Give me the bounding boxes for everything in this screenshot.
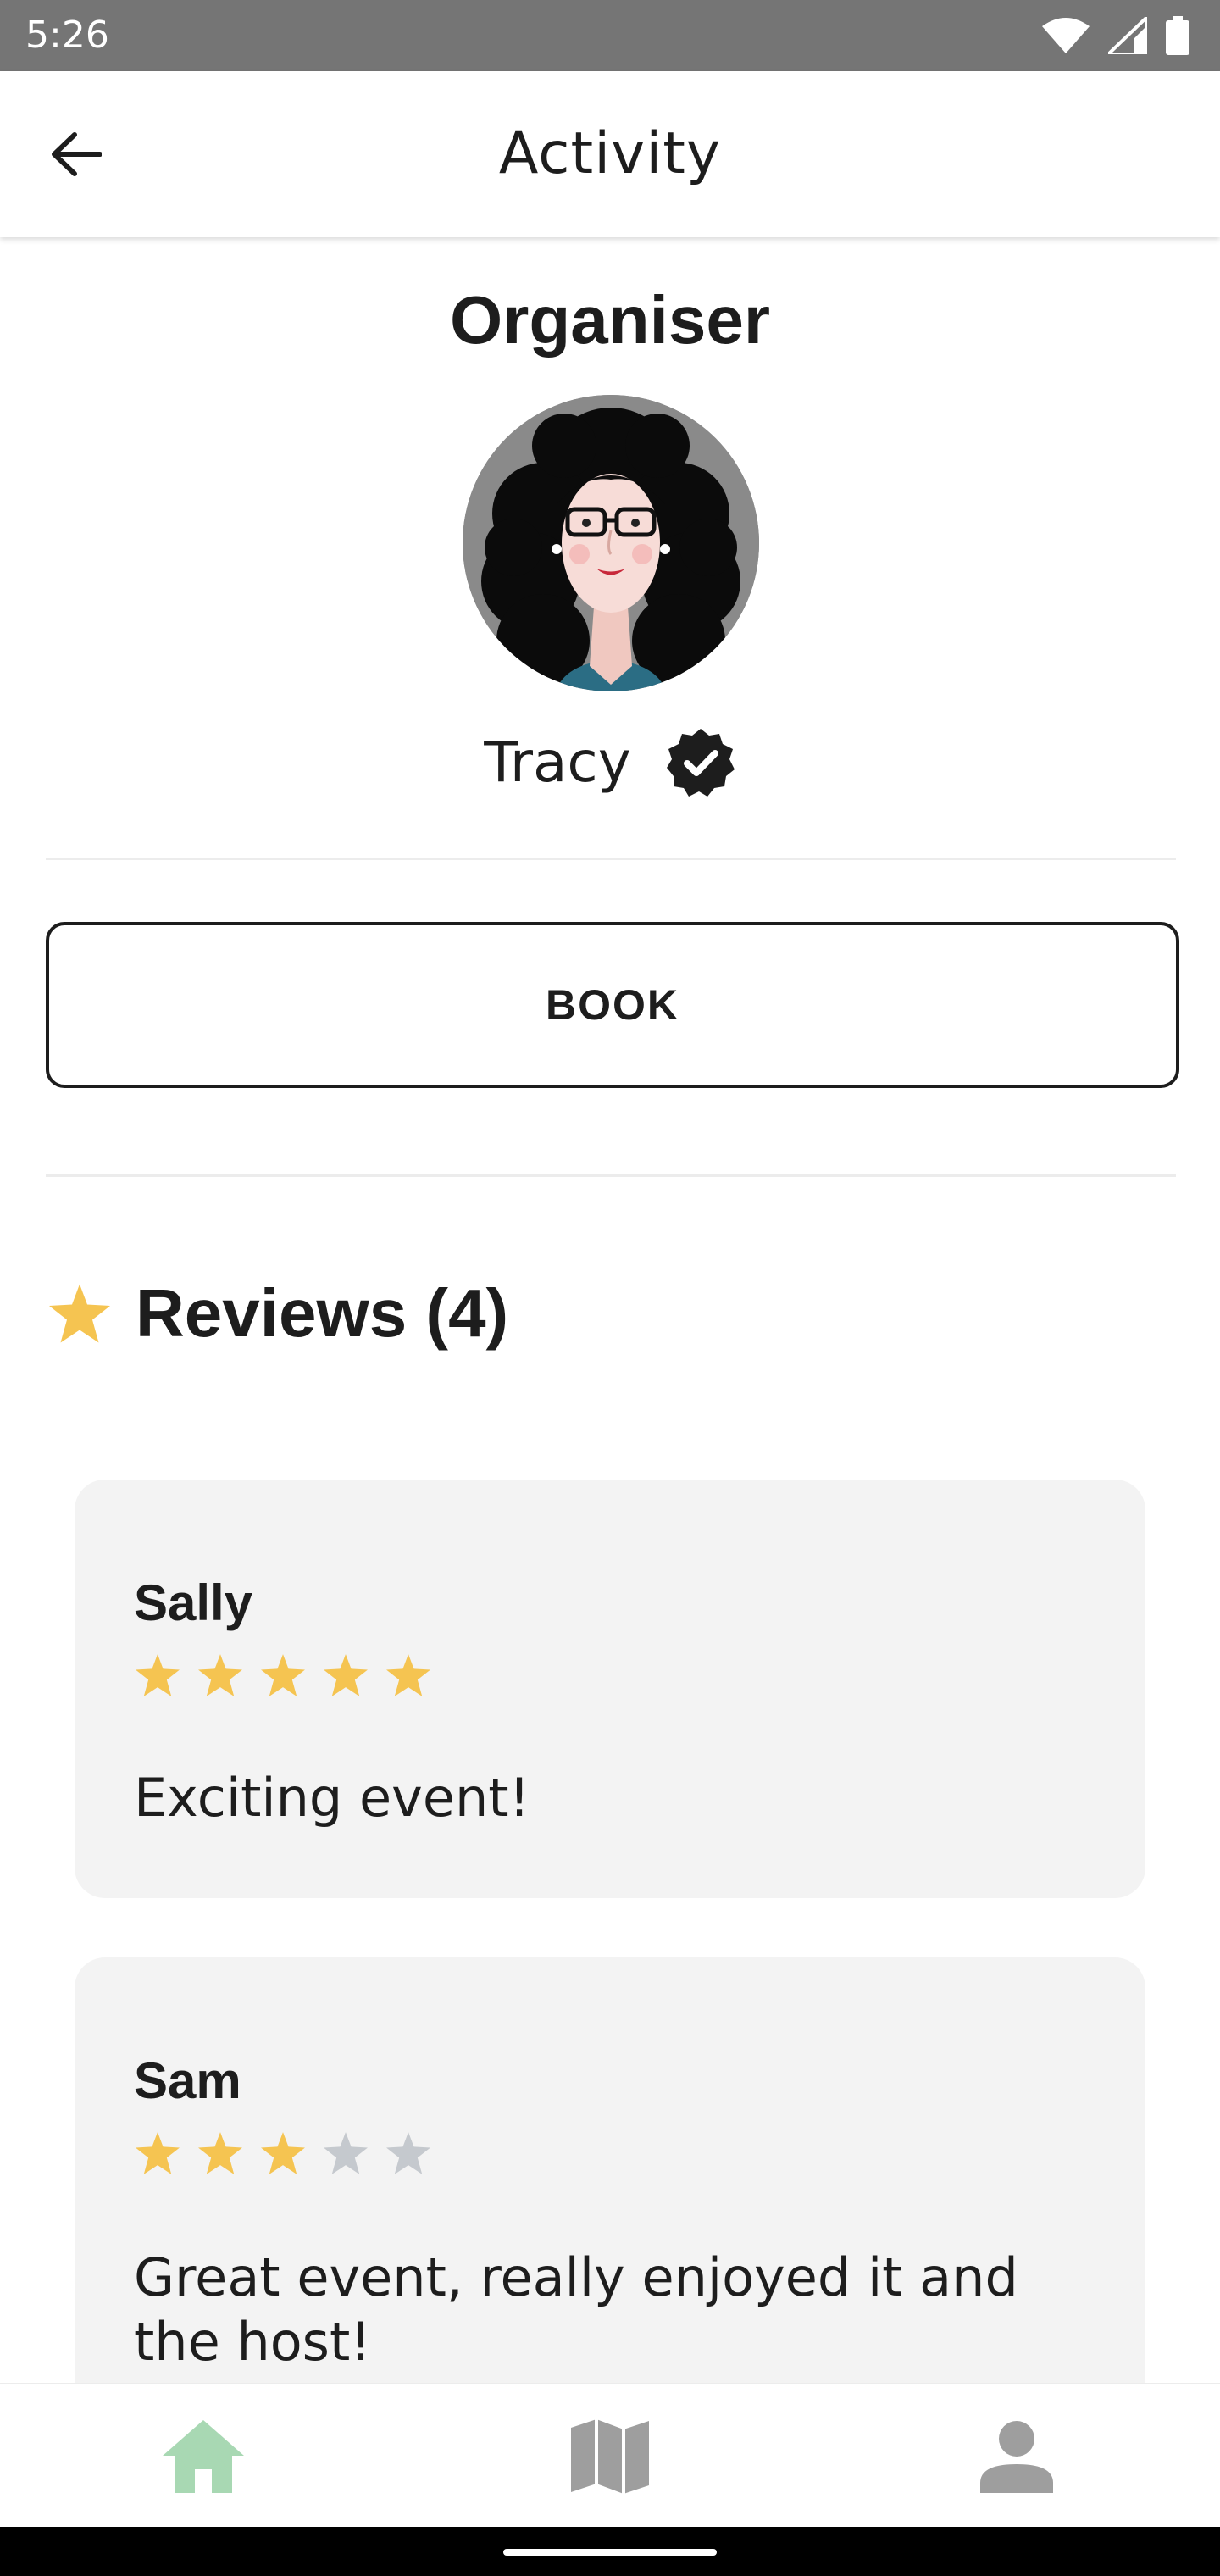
status-bar: 5:26 — [0, 0, 1220, 71]
nav-profile[interactable] — [932, 2384, 1101, 2529]
divider — [46, 1174, 1176, 1177]
map-icon — [571, 2419, 649, 2494]
battery-icon — [1166, 16, 1190, 55]
reviews-header: Reviews (4) — [49, 1271, 508, 1356]
gesture-handle[interactable] — [503, 2549, 717, 2556]
avatar[interactable] — [463, 395, 759, 691]
verified-badge-icon — [666, 729, 735, 797]
organiser-name-row: Tracy — [0, 722, 1220, 803]
review-text: Great event, really enjoyed it and the h… — [134, 2246, 1018, 2373]
avatar-illustration — [463, 395, 759, 691]
organiser-name: Tracy — [484, 730, 631, 795]
nav-map[interactable] — [525, 2384, 695, 2529]
book-button[interactable]: BOOK — [46, 922, 1179, 1088]
nav-home[interactable] — [119, 2384, 288, 2529]
star-filled-icon — [136, 1654, 180, 1696]
review-text: Exciting event! — [134, 1767, 530, 1829]
page-title: Activity — [498, 120, 722, 187]
star-filled-icon — [261, 1654, 305, 1696]
rating-stars — [136, 1654, 430, 1696]
review-author: Sally — [134, 1574, 253, 1631]
status-time: 5:26 — [25, 14, 109, 57]
star-filled-icon — [198, 1654, 242, 1696]
home-icon — [163, 2420, 244, 2493]
reviews-title: Reviews (4) — [136, 1275, 509, 1351]
star-filled-icon — [198, 2132, 242, 2174]
review-card: Sally Exciting event! — [75, 1480, 1145, 1898]
wifi-icon — [1042, 18, 1090, 53]
profile-icon — [980, 2421, 1053, 2493]
organiser-heading: Organiser — [450, 282, 770, 358]
bottom-navigation — [0, 2383, 1220, 2529]
star-empty-icon — [324, 2132, 368, 2174]
star-empty-icon — [386, 2132, 430, 2174]
star-filled-icon — [261, 2132, 305, 2174]
cellular-signal-icon — [1108, 17, 1147, 54]
star-filled-icon — [324, 1654, 368, 1696]
status-icons — [1042, 15, 1190, 56]
star-icon — [49, 1284, 110, 1343]
divider — [46, 858, 1176, 860]
system-gesture-bar — [0, 2527, 1220, 2576]
rating-stars — [136, 2132, 430, 2174]
star-filled-icon — [136, 2132, 180, 2174]
star-filled-icon — [386, 1654, 430, 1696]
review-author: Sam — [134, 2052, 241, 2109]
app-bar: Activity — [0, 71, 1220, 237]
